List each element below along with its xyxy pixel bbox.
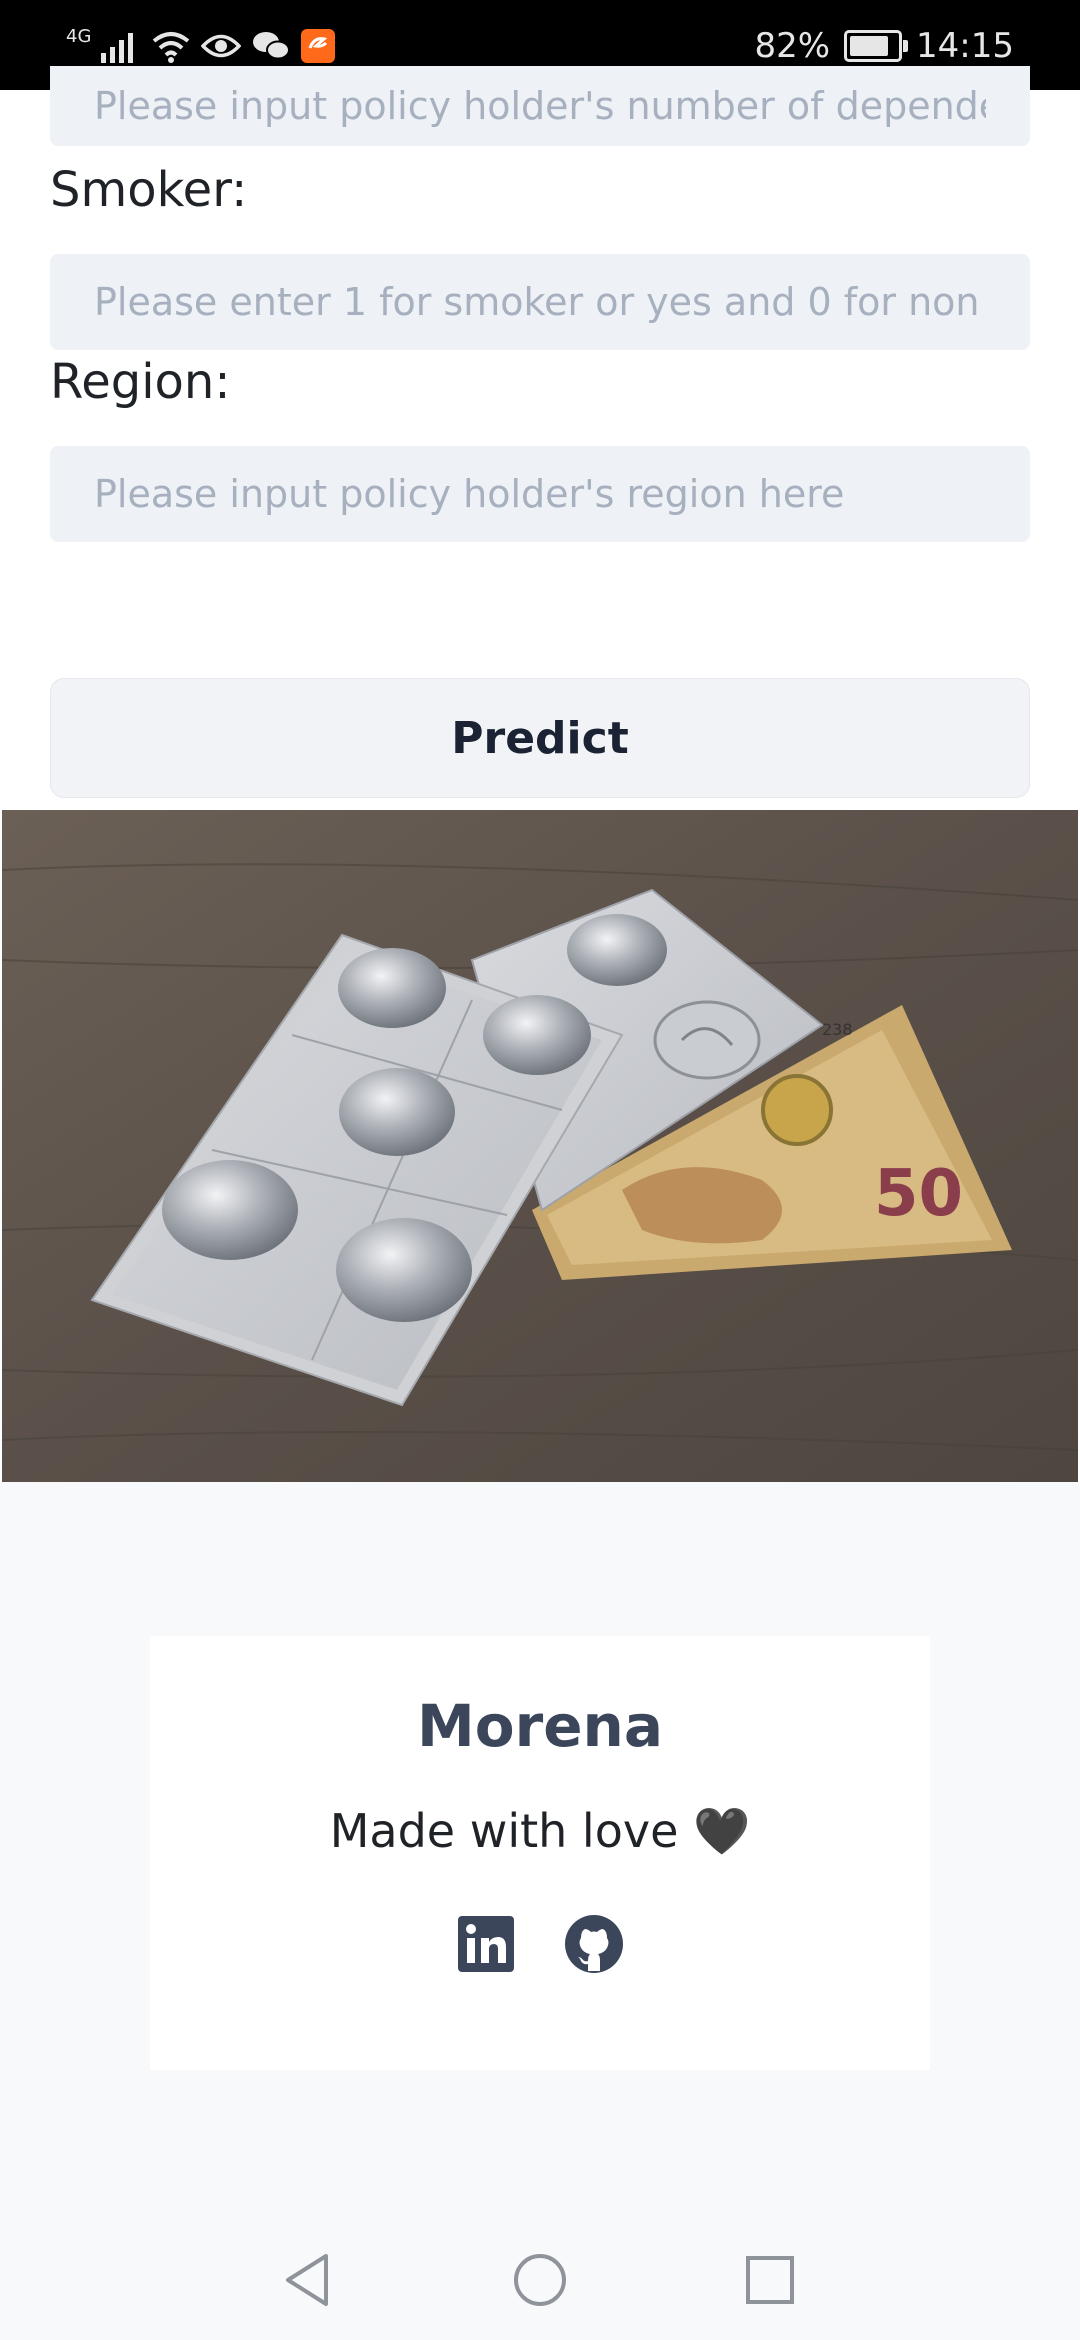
system-nav-bar bbox=[0, 2220, 1080, 2340]
back-icon[interactable] bbox=[278, 2250, 338, 2310]
predict-button[interactable]: Predict bbox=[50, 678, 1030, 798]
social-links bbox=[150, 1914, 930, 1974]
eye-icon bbox=[201, 34, 242, 58]
wechat-icon bbox=[253, 32, 291, 60]
tagline-text: Made with love bbox=[329, 1804, 679, 1858]
tagline: Made with love 🖤 bbox=[150, 1804, 930, 1859]
pill-blister-and-banknote-image: 50 238 bbox=[2, 810, 1078, 1482]
banknote-serial: 238 bbox=[822, 1020, 853, 1039]
heart-icon: 🖤 bbox=[693, 1804, 751, 1858]
author-name: Morena bbox=[417, 1692, 663, 1760]
github-icon[interactable] bbox=[564, 1914, 624, 1974]
wifi-icon bbox=[153, 32, 190, 63]
author-card: Morena Made with love 🖤 bbox=[150, 1636, 930, 2070]
banknote-value: 50 bbox=[874, 1157, 963, 1231]
smoker-input[interactable] bbox=[50, 254, 1030, 350]
recents-icon[interactable] bbox=[740, 2250, 800, 2310]
network-type: 4G bbox=[66, 25, 92, 47]
clock: 14:15 bbox=[916, 26, 1014, 66]
status-icons-left: 4G bbox=[66, 24, 336, 68]
linkedin-icon[interactable] bbox=[456, 1914, 516, 1974]
dependents-input[interactable] bbox=[50, 66, 1030, 146]
signal-icon bbox=[101, 33, 134, 63]
battery-icon bbox=[844, 30, 909, 62]
region-input[interactable] bbox=[50, 446, 1030, 542]
battery-percent: 82% bbox=[754, 26, 831, 66]
region-label: Region: bbox=[50, 354, 231, 410]
smoker-label: Smoker: bbox=[50, 162, 248, 218]
home-icon[interactable] bbox=[510, 2250, 570, 2310]
app-notification-icon bbox=[301, 29, 336, 63]
status-icons-right: 82% 14:15 bbox=[754, 24, 1014, 68]
